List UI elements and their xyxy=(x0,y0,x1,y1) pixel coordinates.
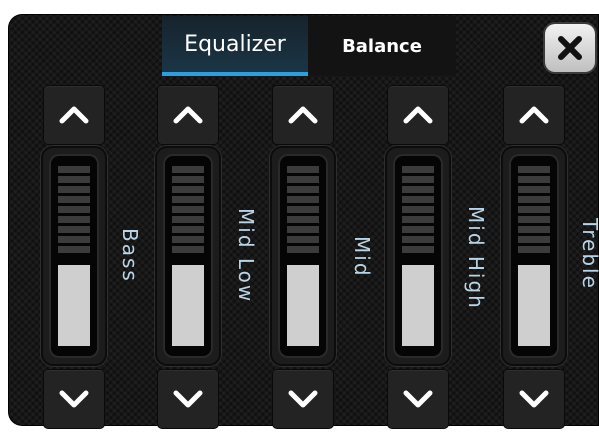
band-treble-down-button[interactable] xyxy=(504,370,564,428)
slider-segment xyxy=(172,216,204,223)
slider-segment xyxy=(172,196,204,203)
slider-segment xyxy=(402,216,434,223)
tab-balance[interactable]: Balance xyxy=(308,16,456,76)
slider-segment xyxy=(58,176,90,183)
equalizer-window: Equalizer Balance Bass Mid Low Mid Mid High… xyxy=(0,0,599,434)
band-mid-low-slider-fill xyxy=(172,265,204,346)
slider-segment xyxy=(172,236,204,243)
band-mid-down-button[interactable] xyxy=(273,370,333,428)
band-mid-low-down-button[interactable] xyxy=(158,370,218,428)
band-mid-low-up-button[interactable] xyxy=(158,86,218,144)
slider-segment xyxy=(287,246,319,253)
chevron-up-icon xyxy=(173,106,203,124)
band-bass-up-button[interactable] xyxy=(44,86,104,144)
slider-segment xyxy=(172,186,204,193)
slider-segment xyxy=(518,206,550,213)
band-mid-high-slider-fill xyxy=(402,265,434,346)
slider-segment xyxy=(172,246,204,253)
slider-segment xyxy=(402,176,434,183)
slider-segment xyxy=(402,226,434,233)
slider-segment xyxy=(58,206,90,213)
tab-balance-label: Balance xyxy=(342,35,422,57)
band-treble-label: Treble xyxy=(578,218,599,290)
slider-segment xyxy=(402,196,434,203)
slider-segment xyxy=(58,226,90,233)
slider-segment xyxy=(402,236,434,243)
chevron-down-icon xyxy=(288,390,318,408)
band-treble-slider-fill xyxy=(518,265,550,346)
close-button[interactable] xyxy=(545,24,595,72)
slider-segment xyxy=(172,166,204,173)
slider-segment xyxy=(287,176,319,183)
tab-equalizer-label: Equalizer xyxy=(184,31,286,57)
chevron-down-icon xyxy=(519,390,549,408)
slider-segment xyxy=(518,176,550,183)
band-mid-up-button[interactable] xyxy=(273,86,333,144)
slider-segment xyxy=(518,246,550,253)
chevron-down-icon xyxy=(403,390,433,408)
band-mid-high-label: Mid High xyxy=(464,206,488,310)
slider-segment xyxy=(58,196,90,203)
slider-segment xyxy=(172,226,204,233)
chevron-down-icon xyxy=(173,390,203,408)
band-mid-slider-fill xyxy=(287,265,319,346)
slider-segment xyxy=(58,246,90,253)
slider-segment xyxy=(402,166,434,173)
slider-segment xyxy=(287,216,319,223)
band-bass-down-button[interactable] xyxy=(44,370,104,428)
close-icon xyxy=(558,36,582,60)
band-mid-high-slider[interactable] xyxy=(395,156,441,356)
slider-segment xyxy=(58,186,90,193)
slider-segment xyxy=(518,186,550,193)
band-mid-slider[interactable] xyxy=(280,156,326,356)
slider-segment xyxy=(58,236,90,243)
slider-segment xyxy=(58,166,90,173)
slider-segment xyxy=(287,196,319,203)
slider-segment xyxy=(172,176,204,183)
slider-segment xyxy=(287,166,319,173)
chevron-up-icon xyxy=(519,106,549,124)
band-treble-up-button[interactable] xyxy=(504,86,564,144)
band-mid-high-down-button[interactable] xyxy=(388,370,448,428)
slider-segment xyxy=(518,196,550,203)
slider-segment xyxy=(58,216,90,223)
slider-segment xyxy=(287,226,319,233)
band-mid-label: Mid xyxy=(350,236,374,278)
slider-segment xyxy=(518,216,550,223)
band-mid-high-up-button[interactable] xyxy=(388,86,448,144)
chevron-up-icon xyxy=(288,106,318,124)
slider-segment xyxy=(172,206,204,213)
band-treble-slider[interactable] xyxy=(511,156,557,356)
band-bass-slider[interactable] xyxy=(51,156,97,356)
band-bass-label: Bass xyxy=(118,228,142,283)
tab-equalizer[interactable]: Equalizer xyxy=(162,16,308,76)
slider-segment xyxy=(518,226,550,233)
slider-segment xyxy=(287,236,319,243)
chevron-up-icon xyxy=(403,106,433,124)
slider-segment xyxy=(402,186,434,193)
slider-segment xyxy=(402,246,434,253)
band-mid-low-label: Mid Low xyxy=(234,208,258,304)
slider-segment xyxy=(402,206,434,213)
chevron-up-icon xyxy=(59,106,89,124)
chevron-down-icon xyxy=(59,390,89,408)
band-mid-low-slider[interactable] xyxy=(165,156,211,356)
slider-segment xyxy=(518,166,550,173)
slider-segment xyxy=(518,236,550,243)
slider-segment xyxy=(287,186,319,193)
slider-segment xyxy=(287,206,319,213)
band-bass-slider-fill xyxy=(58,265,90,346)
